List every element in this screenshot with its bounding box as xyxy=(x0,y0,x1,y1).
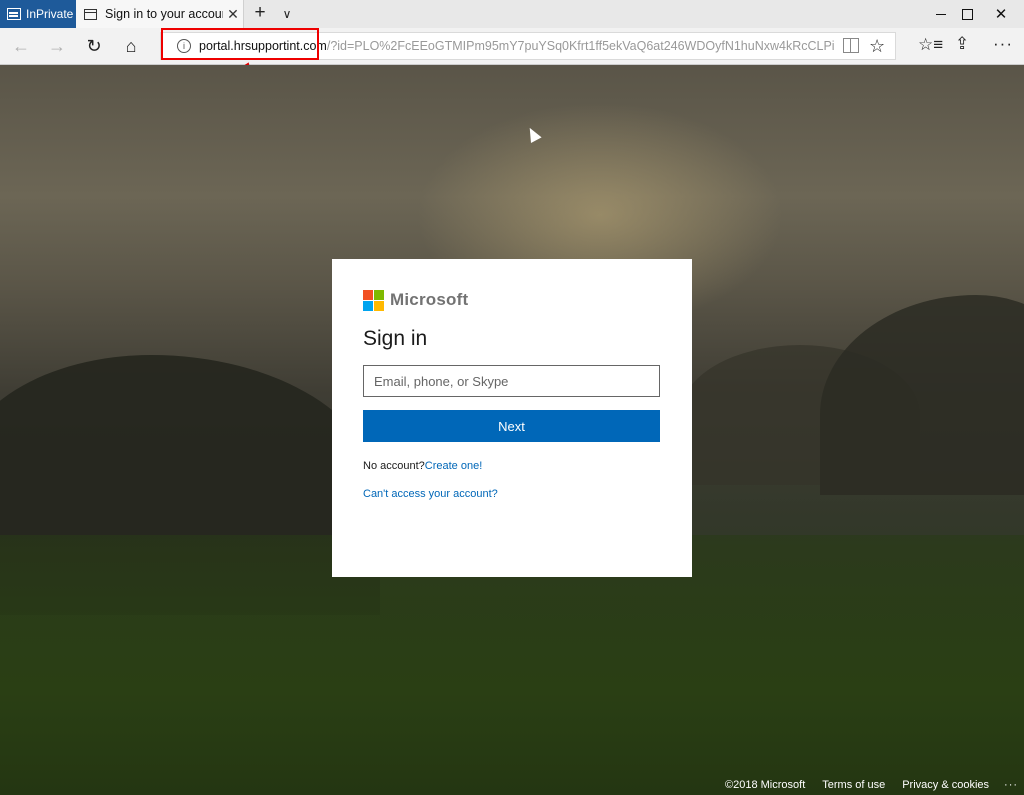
tab-menu-chevron-icon[interactable]: ∨ xyxy=(278,3,296,23)
next-button[interactable]: Next xyxy=(363,410,660,442)
inprivate-badge: InPrivate xyxy=(0,0,76,28)
no-account-text: No account? xyxy=(363,460,425,472)
footer-more-icon[interactable]: ··· xyxy=(1004,779,1018,791)
page-footer: ©2018 Microsoft Terms of use Privacy & c… xyxy=(725,776,1024,794)
url-highlight-box xyxy=(161,28,319,60)
no-account-line: No account?Create one! xyxy=(363,460,661,472)
privacy-link[interactable]: Privacy & cookies xyxy=(902,779,989,791)
favorite-star-icon[interactable]: ☆ xyxy=(869,35,885,57)
favorites-hub-icon[interactable]: ☆≡ xyxy=(918,35,943,55)
brand-name: Microsoft xyxy=(390,290,469,309)
mouse-cursor-icon xyxy=(524,125,542,143)
title-bar: InPrivate Sign in to your account ✕ + ∨ … xyxy=(0,0,1024,28)
cant-access-link[interactable]: Can't access your account? xyxy=(363,488,661,500)
logo-square-yellow xyxy=(374,300,384,311)
home-icon[interactable]: ⌂ xyxy=(114,28,148,64)
address-path: /?id=PLO%2FcEEoGTMIPm95mY7puYSq0Kfrt1ff5… xyxy=(326,39,835,53)
page-viewport: Microsoft Sign in Next No account?Create… xyxy=(0,65,1024,795)
new-tab-button[interactable]: + xyxy=(252,3,268,23)
copyright-text: ©2018 Microsoft xyxy=(725,779,806,791)
signin-card: Microsoft Sign in Next No account?Create… xyxy=(332,259,692,577)
terms-link[interactable]: Terms of use xyxy=(822,779,885,791)
email-field[interactable] xyxy=(363,365,660,397)
background-hill xyxy=(820,295,1024,495)
logo-square-red xyxy=(363,289,373,300)
refresh-icon[interactable]: ↻ xyxy=(77,28,111,64)
maximize-icon xyxy=(961,8,973,20)
forward-arrow-icon[interactable]: → xyxy=(40,28,74,64)
page-icon xyxy=(84,8,97,20)
reading-view-icon[interactable] xyxy=(843,38,859,53)
logo-square-blue xyxy=(363,300,373,311)
share-icon[interactable]: ⇪ xyxy=(955,34,969,54)
page-title: Sign in xyxy=(363,327,428,350)
inprivate-label: InPrivate xyxy=(26,7,74,21)
back-arrow-icon[interactable]: ← xyxy=(4,28,38,64)
tab-close-icon[interactable]: ✕ xyxy=(223,6,243,23)
inprivate-icon xyxy=(7,8,21,20)
tab-title: Sign in to your account xyxy=(105,7,223,21)
tab-sign-in[interactable]: Sign in to your account ✕ xyxy=(76,0,244,28)
navigation-bar: ← → ↻ ⌂ i portal.hrsupportint.com /?id=P… xyxy=(0,28,1024,65)
create-account-link[interactable]: Create one! xyxy=(425,460,482,472)
microsoft-logo-icon xyxy=(363,289,384,311)
close-window-button[interactable]: ✕ xyxy=(978,0,1024,28)
logo-square-green xyxy=(374,289,384,300)
microsoft-logo: Microsoft xyxy=(363,289,661,311)
more-menu-icon[interactable]: ··· xyxy=(993,34,1013,54)
